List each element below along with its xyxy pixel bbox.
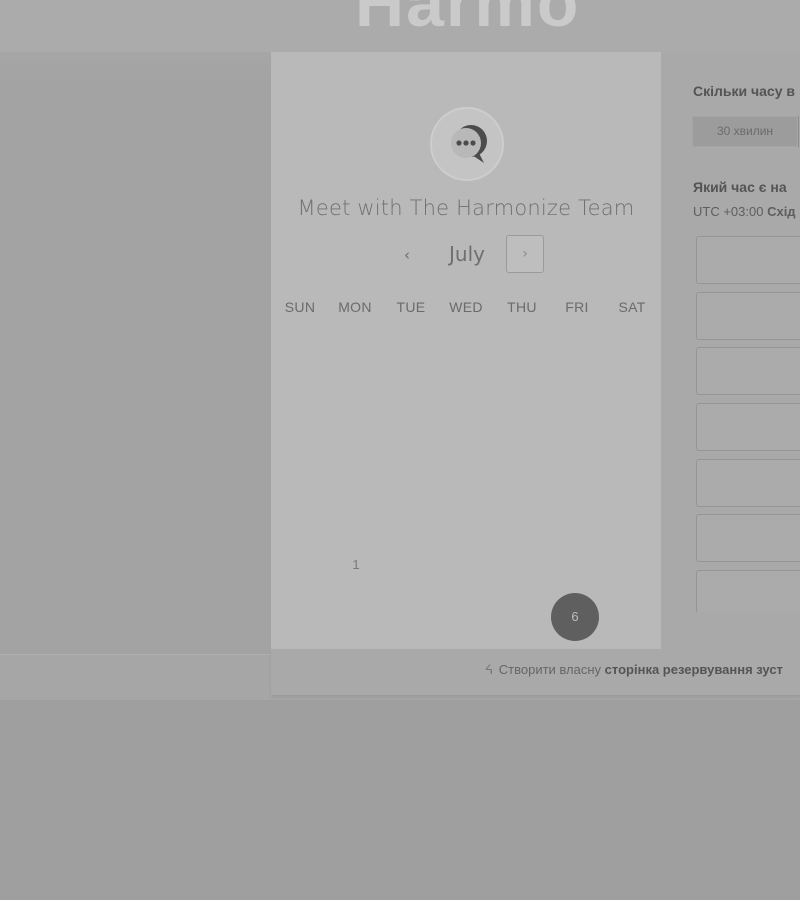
weekday-label: SAT xyxy=(618,299,646,315)
next-month-button[interactable]: › xyxy=(506,235,544,273)
footer-text-bold: сторінка резервування зуст xyxy=(604,662,783,677)
time-slot[interactable] xyxy=(696,514,800,562)
booking-page: Harmo Meet with The Harmonize Team ‹ Jul… xyxy=(0,0,800,900)
current-month-label: July xyxy=(449,242,485,266)
chat-bubble-icon xyxy=(451,125,487,163)
duration-question: Скільки часу в xyxy=(693,83,795,99)
footer-text-plain: Створити власну xyxy=(498,662,602,677)
time-slot[interactable] xyxy=(696,459,800,507)
weekday-label: SUN xyxy=(284,299,316,315)
weekday-label: THU xyxy=(507,299,537,315)
weekday-header: SUN MON TUE WED THU FRI SAT xyxy=(271,299,661,317)
time-slot[interactable] xyxy=(696,292,800,340)
weekday-label: TUE xyxy=(396,299,426,315)
header-band: Harmo xyxy=(0,0,800,52)
time-slot[interactable] xyxy=(696,570,800,612)
time-question: Який час є на xyxy=(693,179,787,195)
duration-option-30[interactable]: 30 хвилин xyxy=(692,116,798,147)
previous-month-button[interactable]: ‹ xyxy=(395,241,419,269)
weekday-label: MON xyxy=(338,299,372,315)
meeting-title: Meet with The Harmonize Team xyxy=(297,196,635,220)
calendar-day-disabled: 1 xyxy=(352,557,360,572)
hubspot-sprocket-icon: ᔦ xyxy=(485,662,494,677)
timezone-selector[interactable]: UTC +03:00 Схід xyxy=(693,204,796,219)
time-slot[interactable] xyxy=(696,236,800,284)
time-slot[interactable] xyxy=(696,347,800,395)
weekday-label: WED xyxy=(449,299,483,315)
timezone-name: Схід xyxy=(767,204,796,219)
weekday-label: FRI xyxy=(565,299,589,315)
calendar-day-selected[interactable]: 6 xyxy=(551,593,599,641)
duration-options: 30 хвилин xyxy=(692,116,800,148)
create-own-page-link[interactable]: ᔦ Створити власну сторінка резервування … xyxy=(485,662,783,678)
time-slot[interactable] xyxy=(696,403,800,451)
organizer-avatar xyxy=(430,107,504,181)
brand-logo[interactable]: Harmo xyxy=(355,0,580,42)
month-navigation: ‹ July › xyxy=(271,235,661,275)
timezone-offset: UTC +03:00 xyxy=(693,204,764,219)
